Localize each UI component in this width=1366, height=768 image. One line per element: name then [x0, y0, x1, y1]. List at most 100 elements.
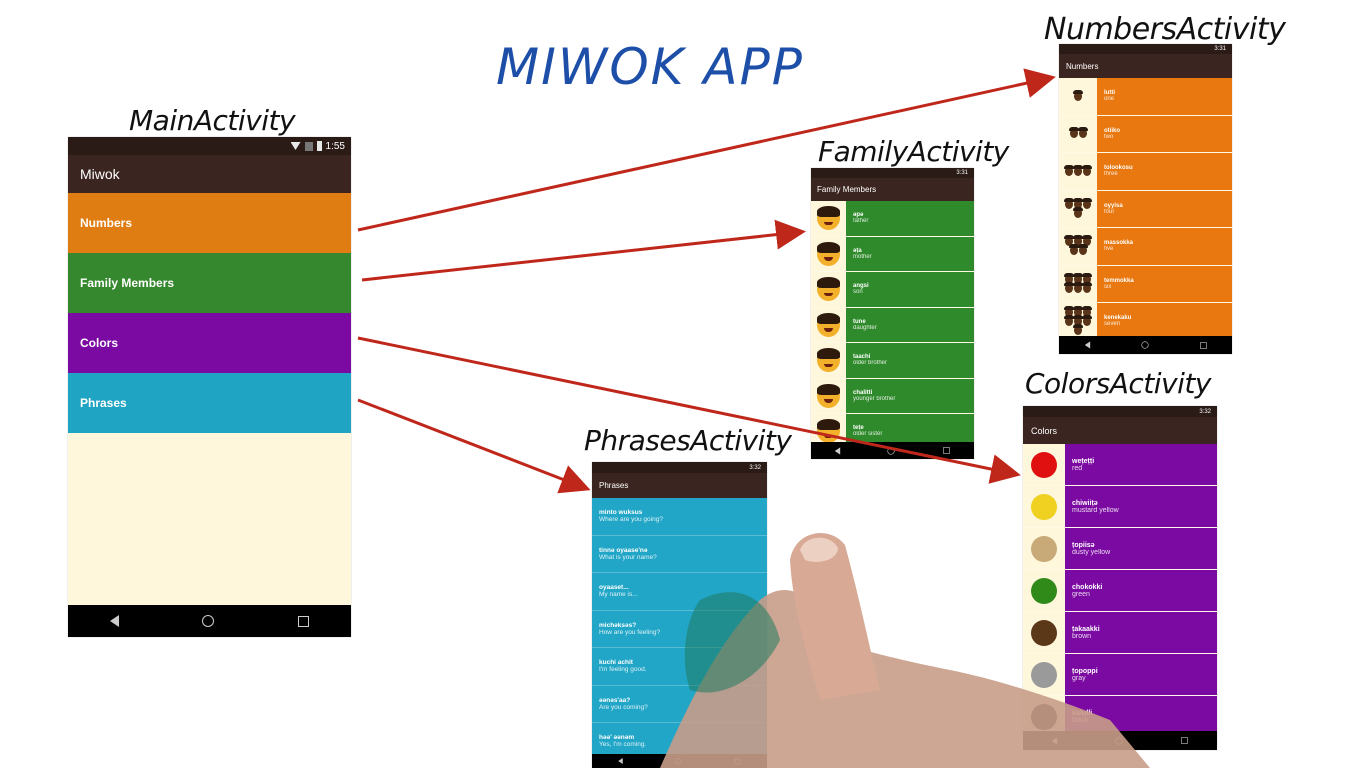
back-icon[interactable]	[1084, 341, 1090, 349]
list-item[interactable]: oyyisa four	[1059, 190, 1232, 228]
list-text: otiiko two	[1097, 115, 1232, 152]
back-icon[interactable]	[1051, 736, 1058, 745]
list-item[interactable]: lutti one	[1059, 78, 1232, 116]
list-text: michәksәs? How are you feeling?	[592, 610, 767, 647]
color-swatch-icon	[1031, 451, 1057, 478]
home-icon[interactable]	[202, 615, 215, 627]
list-item[interactable]: otiiko two	[1059, 115, 1232, 153]
list-item[interactable]: oyaaset... My name is...	[592, 573, 767, 611]
recents-icon[interactable]	[1199, 341, 1207, 349]
colors-activity-label: ColorsActivity	[1025, 367, 1211, 400]
miwok-word: weṭeṭṭi	[1072, 457, 1095, 465]
list-item[interactable]: tune daughter	[811, 307, 974, 343]
list-text: tune daughter	[846, 307, 974, 342]
english-word: father	[853, 218, 869, 225]
list-item[interactable]: ṭopoppi gray	[1023, 654, 1217, 696]
list-item[interactable]: tinnә oyaase'nә What is your name?	[592, 535, 767, 573]
list-item[interactable]: taachi older brother	[811, 343, 974, 379]
home-icon[interactable]	[1115, 736, 1123, 745]
list-text: tolookosu three	[1097, 153, 1232, 190]
home-icon[interactable]	[887, 446, 896, 455]
app-title: Phrases	[599, 481, 629, 490]
list-text: ṭakaakki brown	[1065, 612, 1217, 653]
recents-icon[interactable]	[1181, 737, 1188, 744]
english-word: black	[1072, 716, 1089, 724]
app-title: Miwok	[80, 166, 120, 182]
category-family-members[interactable]: Family Members	[68, 253, 351, 313]
home-icon[interactable]	[1140, 341, 1149, 349]
list-item[interactable]: temmokka six	[1059, 265, 1232, 303]
english-word: dusty yellow	[1072, 548, 1111, 556]
list-item[interactable]: әṭa mother	[811, 236, 974, 272]
list-text: ṭopiisә dusty yellow	[1065, 528, 1217, 569]
person-icon	[817, 241, 840, 266]
list-image	[811, 378, 846, 413]
english-word: mustard yellow	[1072, 506, 1119, 514]
list-item[interactable]: tolookosu three	[1059, 153, 1232, 191]
list-item[interactable]: әәnәs'aa? Are you coming?	[592, 685, 767, 723]
home-icon[interactable]	[675, 758, 682, 764]
list-image	[811, 307, 846, 342]
acorn-icon	[1073, 206, 1083, 218]
list-item[interactable]: kuchi achit I'm feeling good.	[592, 648, 767, 686]
acorn-icon	[1064, 314, 1074, 326]
category-label: Colors	[80, 336, 119, 350]
nav-bar	[68, 605, 351, 637]
back-icon[interactable]	[618, 758, 623, 764]
list-item[interactable]: chokokki green	[1023, 570, 1217, 612]
clock: 3:32	[749, 464, 761, 471]
list-item[interactable]: angsi son	[811, 272, 974, 308]
person-icon	[817, 277, 840, 302]
recents-icon[interactable]	[734, 758, 741, 764]
english-word: gray	[1072, 674, 1086, 682]
recents-icon[interactable]	[943, 447, 950, 454]
miwok-word: ṭopiisә	[1072, 541, 1095, 549]
list-image	[1059, 78, 1097, 115]
list-item[interactable]: weṭeṭṭi red	[1023, 444, 1217, 486]
category-colors[interactable]: Colors	[68, 313, 351, 373]
list-text: massokka five	[1097, 228, 1232, 265]
list-image	[1059, 190, 1097, 227]
miwok-word: ṭakaakki	[1072, 625, 1100, 633]
english-word: mother	[853, 253, 872, 260]
acorn-icon	[1068, 244, 1079, 256]
list-text: kuchi achit I'm feeling good.	[592, 648, 767, 685]
list-text: әṭa mother	[846, 236, 974, 271]
nav-bar	[1059, 336, 1232, 354]
back-icon[interactable]	[834, 446, 841, 455]
nav-bar	[592, 754, 767, 768]
list-item[interactable]: chalitti younger brother	[811, 378, 974, 414]
miwok-word: tinnә oyaase'nә	[599, 546, 648, 554]
acorn-icon	[1073, 164, 1083, 176]
list-item[interactable]: michәksәs? How are you feeling?	[592, 610, 767, 648]
wifi-icon	[290, 142, 301, 150]
back-icon[interactable]	[109, 615, 119, 627]
list-item[interactable]: ṭopiisә dusty yellow	[1023, 528, 1217, 570]
list-text: kenekaku seven	[1097, 303, 1232, 340]
recents-icon[interactable]	[298, 615, 310, 627]
list-item[interactable]: chiwiiṭә mustard yellow	[1023, 486, 1217, 528]
list-item[interactable]: minto wuksus Where are you going?	[592, 498, 767, 536]
list-item[interactable]: kenekaku seven	[1059, 303, 1232, 341]
person-icon	[817, 419, 840, 444]
app-title: Colors	[1031, 425, 1058, 436]
english-word: daughter	[853, 324, 877, 331]
list-item[interactable]: әpә father	[811, 201, 974, 237]
miwok-word: hәә' әәnәm	[599, 734, 635, 742]
english-word: one	[1104, 96, 1115, 103]
list-image	[1023, 486, 1065, 527]
family-activity-label: FamilyActivity	[818, 135, 1009, 168]
list-image	[811, 272, 846, 307]
miwok-word: chokokki	[1072, 583, 1103, 591]
list-item[interactable]: massokka five	[1059, 228, 1232, 266]
acorn-icon	[1073, 281, 1083, 293]
list-item[interactable]: ṭakaakki brown	[1023, 612, 1217, 654]
list-text: weṭeṭṭi red	[1065, 444, 1217, 485]
list-text: chiwiiṭә mustard yellow	[1065, 486, 1217, 527]
category-phrases[interactable]: Phrases	[68, 373, 351, 433]
category-numbers[interactable]: Numbers	[68, 193, 351, 253]
list-image	[1059, 265, 1097, 302]
english-word: five	[1104, 246, 1114, 253]
list-image	[811, 343, 846, 378]
miwok-word: oyaaset...	[599, 584, 629, 592]
